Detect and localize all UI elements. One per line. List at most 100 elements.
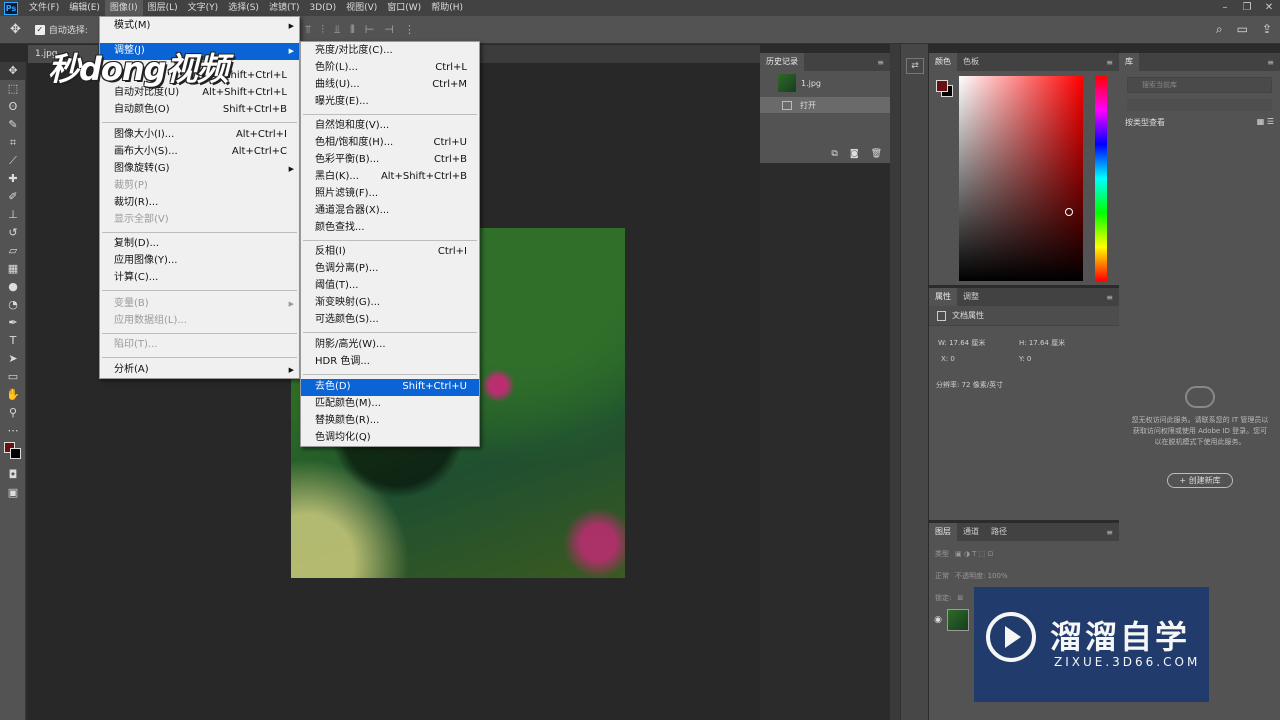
auto-select-checkbox[interactable]: ✓ bbox=[34, 24, 45, 35]
menu-item-black-white[interactable]: 黑白(K)... Alt+Shift+Ctrl+B bbox=[301, 169, 479, 186]
menu-item-color-lookup[interactable]: 颜色查找... bbox=[301, 220, 479, 237]
menu-edit[interactable]: 编辑(E) bbox=[64, 0, 105, 16]
menu-item-shadows-highlights[interactable]: 阴影/高光(W)... bbox=[301, 337, 479, 354]
gradient-tool-icon[interactable]: ▦ bbox=[0, 260, 26, 278]
menu-item-image-rotation[interactable]: 图像旋转(G) ▶ bbox=[100, 161, 299, 178]
panel-menu-icon[interactable]: ≡ bbox=[877, 58, 884, 67]
menu-item-analysis[interactable]: 分析(A) ▶ bbox=[100, 362, 299, 379]
tab-color[interactable]: 颜色 bbox=[929, 53, 957, 71]
menu-layer[interactable]: 图层(L) bbox=[143, 0, 183, 16]
workspace-icon[interactable]: ▭ bbox=[1237, 22, 1248, 37]
close-icon[interactable]: ✕ bbox=[1258, 0, 1280, 16]
menu-item-selective-color[interactable]: 可选颜色(S)... bbox=[301, 312, 479, 329]
hue-slider[interactable] bbox=[1095, 76, 1107, 281]
align-left-icon[interactable]: ⊢ bbox=[365, 23, 375, 37]
more-tools-icon[interactable]: ⋯ bbox=[0, 422, 26, 440]
menu-item-replace-color[interactable]: 替换颜色(R)... bbox=[301, 413, 479, 430]
foreground-color-chip[interactable] bbox=[936, 80, 948, 92]
view-by-type-dropdown[interactable]: 按类型查看 bbox=[1125, 117, 1165, 128]
tab-paths[interactable]: 路径 bbox=[985, 523, 1013, 541]
tab-library[interactable]: 库 bbox=[1119, 53, 1139, 71]
menu-item-gradient-map[interactable]: 渐变映射(G)... bbox=[301, 295, 479, 312]
camera-icon[interactable]: ◙ bbox=[850, 149, 859, 159]
minimize-icon[interactable]: – bbox=[1214, 0, 1236, 16]
distribute-h-icon[interactable]: ⋮ bbox=[404, 23, 415, 37]
shape-tool-icon[interactable]: ▭ bbox=[0, 368, 26, 386]
menu-view[interactable]: 视图(V) bbox=[341, 0, 382, 16]
healing-tool-icon[interactable]: ✚ bbox=[0, 170, 26, 188]
lock-icons[interactable]: ⊠ bbox=[957, 594, 963, 602]
menu-filter[interactable]: 滤镜(T) bbox=[264, 0, 305, 16]
menu-item-photo-filter[interactable]: 照片滤镜(F)... bbox=[301, 186, 479, 203]
layer-filter-dropdown[interactable]: 类型 bbox=[935, 549, 949, 559]
create-library-button[interactable]: + 创建新库 bbox=[1167, 473, 1233, 488]
menu-item-hdr-toning[interactable]: HDR 色调... bbox=[301, 354, 479, 371]
dodge-tool-icon[interactable]: ◔ bbox=[0, 296, 26, 314]
history-snapshot[interactable]: 1.jpg bbox=[760, 71, 890, 95]
blur-tool-icon[interactable]: ● bbox=[0, 278, 26, 296]
menu-file[interactable]: 文件(F) bbox=[24, 0, 64, 16]
menu-item-vibrance[interactable]: 自然饱和度(V)... bbox=[301, 118, 479, 135]
menu-item-desaturate[interactable]: 去色(D) Shift+Ctrl+U bbox=[301, 379, 479, 396]
menu-select[interactable]: 选择(S) bbox=[223, 0, 264, 16]
panel-menu-icon[interactable]: ≡ bbox=[1106, 58, 1113, 67]
path-select-tool-icon[interactable]: ➤ bbox=[0, 350, 26, 368]
screen-mode-icon[interactable]: ▣ bbox=[0, 484, 26, 502]
menu-item-calculations[interactable]: 计算(C)... bbox=[100, 270, 299, 287]
tab-layers[interactable]: 图层 bbox=[929, 523, 957, 541]
share-icon[interactable]: ⇪ bbox=[1262, 22, 1272, 37]
tab-channels[interactable]: 通道 bbox=[957, 523, 985, 541]
menu-item-curves[interactable]: 曲线(U)... Ctrl+M bbox=[301, 77, 479, 94]
tab-history[interactable]: 历史记录 bbox=[760, 53, 804, 71]
align-vcenter-icon[interactable]: ⫶ bbox=[321, 23, 324, 37]
x-value[interactable]: X: 0 bbox=[941, 355, 955, 363]
brush-tool-icon[interactable]: ✐ bbox=[0, 188, 26, 206]
history-step[interactable]: 打开 bbox=[760, 97, 890, 113]
menu-item-hue-saturation[interactable]: 色相/饱和度(H)... Ctrl+U bbox=[301, 135, 479, 152]
panel-menu-icon[interactable]: ≡ bbox=[1267, 58, 1274, 67]
history-panel-icon[interactable]: ⇄ bbox=[906, 58, 924, 74]
menu-item-invert[interactable]: 反相(I) Ctrl+I bbox=[301, 244, 479, 261]
color-chips[interactable] bbox=[0, 440, 25, 466]
menu-item-levels[interactable]: 色阶(L)... Ctrl+L bbox=[301, 60, 479, 77]
menu-item-exposure[interactable]: 曝光度(E)... bbox=[301, 94, 479, 111]
zoom-tool-icon[interactable]: ⚲ bbox=[0, 404, 26, 422]
quick-mask-icon[interactable]: ◘ bbox=[0, 466, 26, 484]
width-value[interactable]: W: 17.64 厘米 bbox=[938, 338, 985, 348]
eraser-tool-icon[interactable]: ▱ bbox=[0, 242, 26, 260]
menu-help[interactable]: 帮助(H) bbox=[426, 0, 468, 16]
marquee-tool-icon[interactable]: ⬚ bbox=[0, 80, 26, 98]
menu-item-auto-color[interactable]: 自动颜色(O) Shift+Ctrl+B bbox=[100, 102, 299, 119]
menu-item-threshold[interactable]: 阈值(T)... bbox=[301, 278, 479, 295]
background-color-swatch[interactable] bbox=[10, 448, 21, 459]
menu-item-channel-mixer[interactable]: 通道混合器(X)... bbox=[301, 203, 479, 220]
menu-item-color-balance[interactable]: 色彩平衡(B)... Ctrl+B bbox=[301, 152, 479, 169]
hand-tool-icon[interactable]: ✋ bbox=[0, 386, 26, 404]
restore-icon[interactable]: ❐ bbox=[1236, 0, 1258, 16]
panel-menu-icon[interactable]: ≡ bbox=[1106, 293, 1113, 302]
type-tool-icon[interactable]: T bbox=[0, 332, 26, 350]
quick-select-tool-icon[interactable]: ✎ bbox=[0, 116, 26, 134]
align-top-icon[interactable]: ⫪ bbox=[305, 23, 311, 37]
align-bottom-icon[interactable]: ⫫ bbox=[334, 23, 340, 37]
tab-swatches[interactable]: 色板 bbox=[957, 53, 985, 71]
color-picker-field[interactable] bbox=[959, 76, 1083, 281]
menu-window[interactable]: 窗口(W) bbox=[382, 0, 426, 16]
menu-item-trim[interactable]: 裁切(R)... bbox=[100, 195, 299, 212]
visibility-eye-icon[interactable]: ◉ bbox=[929, 615, 947, 625]
menu-item-posterize[interactable]: 色调分离(P)... bbox=[301, 261, 479, 278]
menu-image[interactable]: 图像(I) bbox=[104, 0, 143, 16]
move-tool-icon[interactable]: ✥ bbox=[10, 22, 21, 37]
menu-item-mode[interactable]: 模式(M) ▶ bbox=[100, 18, 299, 35]
tab-properties[interactable]: 属性 bbox=[929, 288, 957, 306]
y-value[interactable]: Y: 0 bbox=[1019, 355, 1031, 363]
opacity-field[interactable]: 不透明度: 100% bbox=[955, 571, 1008, 581]
menu-type[interactable]: 文字(Y) bbox=[183, 0, 224, 16]
align-right-icon[interactable]: ⊣ bbox=[384, 23, 394, 37]
library-dropdown[interactable] bbox=[1127, 99, 1272, 111]
crop-tool-icon[interactable]: ⌗ bbox=[0, 134, 26, 152]
trash-icon[interactable]: 🗑 bbox=[871, 149, 882, 159]
menu-item-match-color[interactable]: 匹配颜色(M)... bbox=[301, 396, 479, 413]
menu-item-canvas-size[interactable]: 画布大小(S)... Alt+Ctrl+C bbox=[100, 144, 299, 161]
menu-item-duplicate[interactable]: 复制(D)... bbox=[100, 236, 299, 253]
